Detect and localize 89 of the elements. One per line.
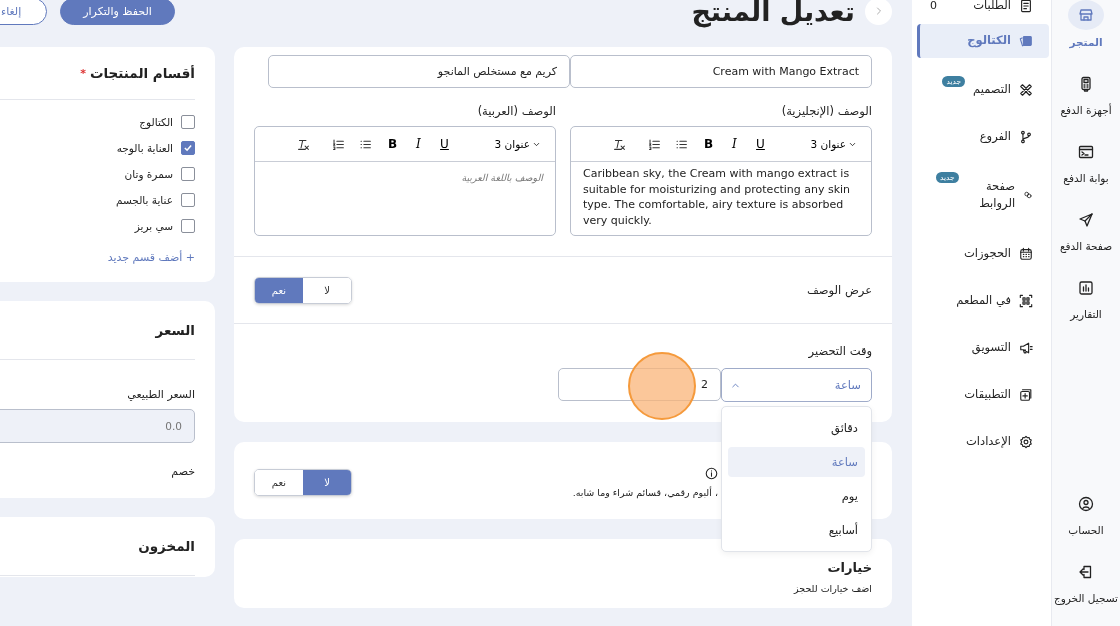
field-label: وقت التحضير	[807, 344, 872, 358]
paper-plane-icon	[1078, 212, 1094, 228]
dropdown-option[interactable]: يوم	[728, 481, 865, 511]
checkbox-label: سمرة وتان	[124, 168, 173, 180]
save-repeat-button[interactable]: الحفظ والتكرار	[60, 0, 175, 25]
checkbox-label: سي بريز	[134, 220, 173, 232]
toggle-option[interactable]: نعم	[255, 277, 303, 303]
ruler-pencil-icon	[1019, 82, 1033, 97]
toggle-option[interactable]: لا	[303, 277, 351, 303]
format-button[interactable]: B	[386, 137, 399, 151]
card-title: السعر	[0, 301, 195, 360]
sidebar-item[interactable]: التسويق	[917, 324, 1049, 371]
card-title: المخزون	[0, 517, 195, 576]
sidebar-item[interactable]: الإعدادات	[917, 418, 1049, 465]
dropdown-option[interactable]: دقائق	[728, 413, 865, 443]
unit-select[interactable]: ساعة	[721, 368, 872, 402]
editor-placeholder: الوصف باللغة العربية	[460, 171, 545, 186]
rail-item[interactable]: الحساب	[1068, 490, 1104, 536]
numbered-list-icon	[648, 137, 662, 151]
store-icon	[1078, 7, 1094, 23]
numbered-list-icon	[332, 137, 346, 151]
branch-icon	[1019, 129, 1033, 144]
format-button[interactable]: I	[412, 137, 425, 151]
rail-item[interactable]: بوابة الدفع	[1063, 138, 1109, 184]
cancel-button[interactable]: إلغاء	[0, 0, 48, 25]
checkbox[interactable]	[181, 219, 195, 233]
field-label: الوصف (الإنجليزية)	[780, 104, 872, 118]
toggle-option[interactable]: نعم	[255, 469, 303, 495]
sidebar-item[interactable]: الفروع	[917, 113, 1049, 160]
check-icon	[183, 143, 193, 153]
terminal-icon	[1078, 144, 1094, 160]
section-subtitle: اضف خيارات للحجز	[792, 583, 872, 594]
sidebar-item[interactable]: التطبيقات	[917, 371, 1049, 418]
add-category-link[interactable]: + أضف قسم جديد	[107, 251, 195, 264]
name-input[interactable]: كريم مع مستخلص المانجو	[268, 55, 570, 88]
numbered-list-button[interactable]	[332, 137, 346, 151]
card-title: أقسام المنتجات	[90, 65, 195, 81]
rail-item[interactable]: صفحة الدفع	[1059, 206, 1113, 252]
order-count: 0	[930, 0, 937, 12]
sidebar-item[interactable]: الحجوزات	[917, 230, 1049, 277]
sidebar-item[interactable]: الكتالوج	[917, 24, 1049, 58]
field-label: الوصف (العربية)	[476, 104, 556, 118]
dropdown-option[interactable]: ساعة	[728, 447, 865, 477]
checkbox-label: عناية بالجسم	[116, 194, 173, 206]
checkbox[interactable]	[181, 167, 195, 181]
cards-icon	[1019, 34, 1033, 48]
calendar-icon	[1019, 246, 1033, 261]
rail-item[interactable]: التقارير	[1070, 274, 1102, 320]
field-label: خصم	[170, 465, 195, 478]
clear-format-icon	[297, 137, 311, 151]
logout-icon	[1078, 564, 1094, 580]
section-title: خيارات	[826, 560, 872, 575]
apps-icon	[1019, 387, 1033, 402]
user-icon	[1078, 496, 1094, 512]
rail-item[interactable]: أجهزة الدفع	[1060, 70, 1112, 116]
field-label: السعر الطبيعي	[126, 388, 195, 401]
sidebar-item[interactable]: في المطعم	[917, 277, 1049, 324]
checkbox-label: العناية بالوجه	[116, 142, 173, 154]
clear-format-icon	[613, 137, 627, 151]
required-mark: *	[80, 66, 86, 80]
info-icon	[705, 466, 718, 480]
card-reader-icon	[1078, 76, 1094, 92]
checkbox[interactable]	[181, 193, 195, 207]
rail-item[interactable]: تسجيل الخروج	[1053, 558, 1119, 604]
price-input[interactable]: 0.0	[0, 409, 195, 443]
format-button[interactable]: B	[702, 137, 715, 151]
format-button[interactable]: I	[728, 137, 741, 151]
document-icon	[1019, 0, 1033, 13]
megaphone-icon	[1019, 340, 1033, 355]
field-label: عرض الوصف	[806, 283, 872, 297]
checkbox[interactable]	[181, 141, 195, 155]
checkbox[interactable]	[181, 115, 195, 129]
description-text: Caribbean sky, the Cream with mango extract is suitable for moisturizing and protecting any skin type. The comfortable, airy texture is absorbed very quickly.	[582, 166, 852, 229]
settings-icon	[1019, 434, 1033, 449]
bar-chart-icon	[1078, 280, 1094, 296]
heading-select[interactable]: عنوان 3	[810, 138, 857, 150]
page-title: تعديل المنتج	[691, 0, 855, 27]
numbered-list-button[interactable]	[648, 137, 662, 151]
dropdown-option[interactable]: أسابيع	[728, 515, 865, 545]
format-button[interactable]: U	[438, 137, 451, 151]
qr-icon	[1019, 293, 1033, 308]
clear-format-button[interactable]	[613, 137, 627, 151]
description-text: ، ألبوم رقمي، قسائم شراء وما شابه.	[572, 486, 718, 498]
checkbox-label: الكتالوج	[139, 116, 173, 128]
toggle-option[interactable]: لا	[303, 469, 351, 495]
clear-format-button[interactable]	[297, 137, 311, 151]
format-button[interactable]: U	[754, 137, 767, 151]
heading-select[interactable]: عنوان 3	[494, 138, 541, 150]
name-input[interactable]: Cream with Mango Extract	[570, 55, 872, 88]
